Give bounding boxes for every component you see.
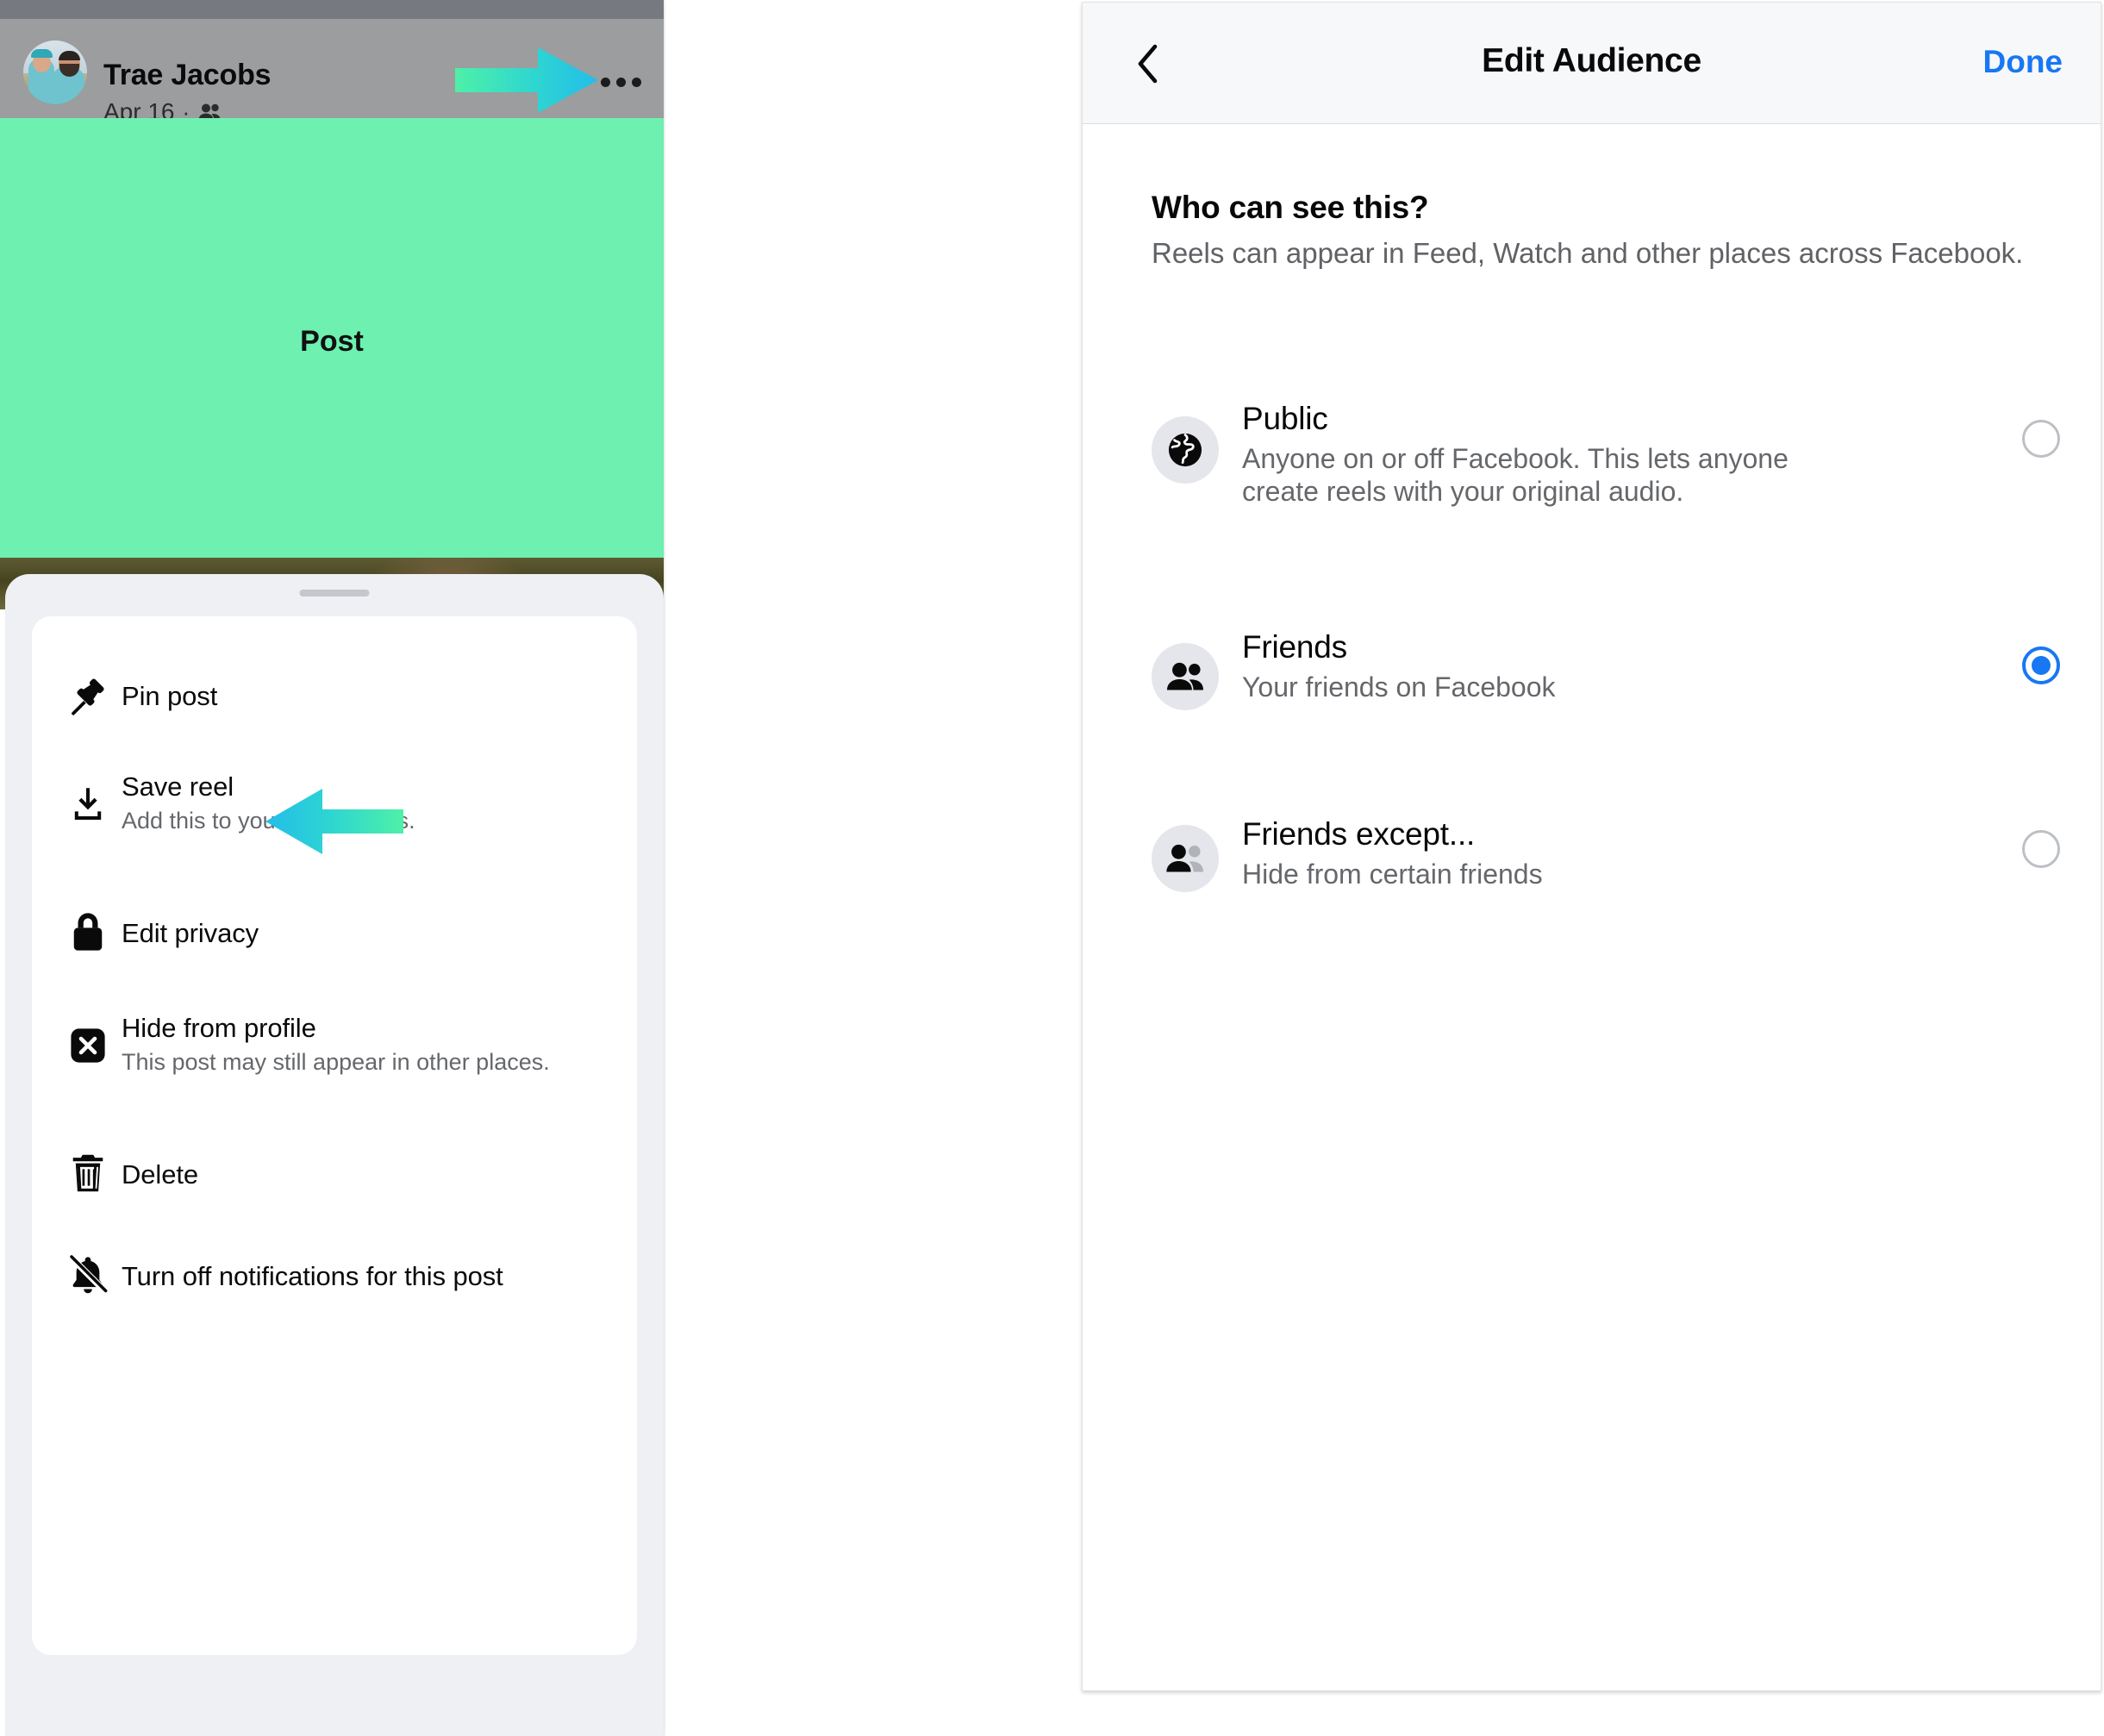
menu-item-text: Edit privacy (122, 918, 259, 949)
audience-option-subtitle: Your friends on Facebook (1242, 671, 1556, 703)
menu-item-text: Delete (122, 1159, 198, 1190)
menu-item-pin-post[interactable]: Pin post (32, 655, 637, 737)
globe-icon (1152, 416, 1219, 484)
audience-option-text: Public Anyone on or off Facebook. This l… (1242, 401, 1837, 509)
radio-friends[interactable] (2022, 646, 2060, 684)
menu-item-edit-privacy[interactable]: Edit privacy (32, 892, 637, 974)
menu-item-text: Hide from profile This post may still ap… (122, 1013, 550, 1076)
post-author-name[interactable]: Trae Jacobs (103, 59, 272, 92)
screenshot-canvas: Trae Jacobs Apr 16 · Post Pin post Save … (0, 0, 2104, 1736)
left-phone-panel: Trae Jacobs Apr 16 · Post Pin post Save … (0, 0, 664, 1736)
post-more-options-button[interactable] (601, 78, 641, 87)
avatar[interactable] (23, 41, 87, 104)
menu-item-text: Pin post (122, 681, 217, 712)
audience-option-title: Friends except... (1242, 816, 1476, 852)
audience-option-friends-except[interactable]: Friends except... Hide from certain frie… (1083, 727, 2101, 892)
hide-x-icon (64, 1021, 112, 1070)
arrow-right-annotation (455, 47, 598, 113)
audience-option-subtitle: Hide from certain friends (1242, 859, 1543, 890)
lock-icon (64, 908, 112, 956)
bell-off-icon (64, 1251, 112, 1299)
status-bar (0, 0, 664, 19)
done-button[interactable]: Done (1983, 44, 2063, 80)
reel-label: Post (300, 325, 364, 358)
edit-audience-navbar: Edit Audience Done (1083, 3, 2101, 124)
menu-item-title: Delete (122, 1159, 199, 1190)
pin-icon (64, 672, 112, 721)
radio-friends-except[interactable] (2022, 830, 2060, 868)
menu-item-title: Pin post (122, 681, 218, 711)
menu-item-title: Edit privacy (122, 918, 259, 948)
reel-video-area[interactable]: Post (0, 118, 664, 558)
menu-item-hide-from-profile[interactable]: Hide from profile This post may still ap… (32, 996, 637, 1103)
trash-icon (64, 1149, 112, 1197)
friends-except-icon (1152, 825, 1219, 892)
page-title: Edit Audience (1482, 42, 1701, 79)
audience-option-text: Friends Your friends on Facebook (1242, 629, 1837, 704)
download-icon (64, 780, 112, 828)
right-phone-panel: Edit Audience Done Who can see this? Ree… (1082, 2, 2101, 1691)
menu-item-turn-off-notifications[interactable]: Turn off notifications for this post (32, 1235, 637, 1317)
audience-option-title: Public (1242, 401, 1328, 436)
options-bottom-sheet: Pin post Save reel Add this to your save… (5, 574, 664, 1736)
menu-item-title: Turn off notifications for this post (122, 1261, 503, 1291)
audience-option-public[interactable]: Public Anyone on or off Facebook. This l… (1083, 401, 2101, 573)
section-description: Reels can appear in Feed, Watch and othe… (1152, 237, 2024, 269)
menu-item-subtitle: This post may still appear in other plac… (122, 1049, 550, 1075)
audience-option-text: Friends except... Hide from certain frie… (1242, 816, 1837, 891)
audience-option-title: Friends (1242, 629, 1347, 665)
friends-icon (1152, 643, 1219, 710)
menu-item-text: Turn off notifications for this post (122, 1261, 503, 1292)
radio-public[interactable] (2022, 420, 2060, 458)
audience-option-subtitle: Anyone on or off Facebook. This lets any… (1242, 443, 1789, 507)
drag-handle[interactable] (299, 590, 370, 596)
post-header: Trae Jacobs Apr 16 · (0, 19, 664, 125)
section-heading: Who can see this? (1152, 190, 1429, 225)
arrow-left-annotation (265, 789, 403, 854)
menu-item-title: Hide from profile (122, 1013, 316, 1043)
menu-item-delete[interactable]: Delete (32, 1133, 637, 1215)
options-menu-card: Pin post Save reel Add this to your save… (32, 616, 637, 1655)
